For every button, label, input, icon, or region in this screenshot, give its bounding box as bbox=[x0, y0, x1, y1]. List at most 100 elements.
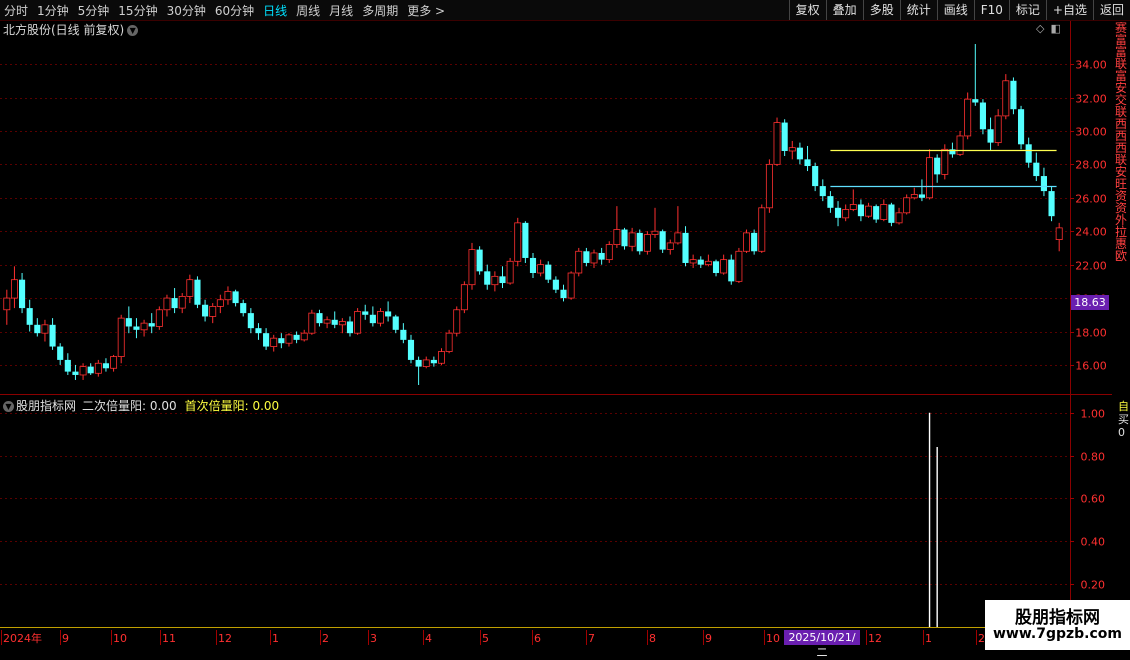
x-axis-label: 12 bbox=[218, 632, 232, 645]
candle-body bbox=[3, 297, 11, 311]
candle-body bbox=[10, 279, 18, 299]
candle-body bbox=[804, 159, 811, 167]
price-tick-label: 34.00 bbox=[1075, 59, 1107, 72]
candle-body bbox=[140, 322, 148, 331]
candle-body bbox=[941, 148, 949, 175]
candle-body bbox=[643, 234, 651, 252]
candle-body bbox=[194, 279, 201, 305]
candle-body bbox=[240, 303, 247, 314]
x-axis-label: 11 bbox=[162, 632, 176, 645]
candle-body bbox=[583, 251, 590, 263]
candle-body bbox=[400, 329, 407, 340]
x-axis-label: 1 bbox=[925, 632, 932, 645]
candle-body bbox=[598, 252, 605, 260]
candle-body bbox=[338, 321, 346, 326]
candle-body bbox=[788, 147, 796, 152]
candle-body bbox=[682, 232, 689, 263]
candle-body bbox=[148, 323, 155, 327]
candle-body bbox=[689, 259, 697, 264]
price-tick-label: 26.00 bbox=[1075, 193, 1107, 206]
candle-body bbox=[300, 332, 308, 341]
candle-body bbox=[377, 311, 384, 324]
candle-body bbox=[819, 186, 826, 197]
candle-body bbox=[514, 222, 522, 262]
candle-body bbox=[392, 316, 399, 330]
candle-body bbox=[918, 194, 925, 198]
right-strip-item[interactable]: 欧 bbox=[1112, 250, 1130, 262]
chevron-down-icon[interactable]: ▼ bbox=[3, 401, 14, 412]
right-side-list: 赛富富联富安交联西西西联安旺资资外拉惠欧 bbox=[1112, 22, 1130, 392]
candle-body bbox=[1048, 191, 1055, 217]
candle-body bbox=[842, 209, 850, 219]
current-price-tag: 18.63 bbox=[1071, 295, 1109, 310]
candle-body bbox=[697, 259, 704, 265]
price-tick-label: 22.00 bbox=[1075, 260, 1107, 273]
candle-body bbox=[438, 351, 445, 364]
candle-body bbox=[903, 197, 911, 214]
indicator-tick-label: 0.20 bbox=[1081, 579, 1106, 592]
candle-body bbox=[445, 332, 453, 352]
candle-body bbox=[964, 98, 972, 137]
candle-body bbox=[87, 366, 94, 374]
watermark-title: 股朋指标网 bbox=[1015, 608, 1100, 628]
indicator-tick-label: 0.40 bbox=[1081, 536, 1106, 549]
candle-body bbox=[117, 317, 125, 357]
candle-body bbox=[651, 230, 659, 235]
candle-body bbox=[1055, 227, 1063, 240]
x-axis-label: 2 bbox=[978, 632, 985, 645]
candle-body bbox=[255, 328, 262, 334]
candle-body bbox=[57, 346, 64, 360]
candle-body bbox=[216, 299, 224, 307]
candle-body bbox=[385, 311, 392, 317]
candle-body bbox=[346, 321, 354, 334]
indicator-title: ▼ 股朋指标网 二次倍量阳: 0.00 首次倍量阳: 0.00 bbox=[3, 398, 279, 414]
candle-body bbox=[102, 363, 110, 369]
candle-body bbox=[926, 157, 934, 199]
candle-body bbox=[422, 359, 430, 367]
candle-body bbox=[674, 232, 682, 244]
x-axis-label: 10 bbox=[113, 632, 127, 645]
candle-body bbox=[537, 264, 545, 274]
candle-body bbox=[613, 229, 621, 245]
right-strip2-item: 自 bbox=[1118, 400, 1129, 413]
price-tick-label: 24.00 bbox=[1075, 226, 1107, 239]
candle-body bbox=[628, 232, 636, 247]
x-axis-label: 1 bbox=[272, 632, 279, 645]
candle-body bbox=[453, 309, 461, 334]
candle-body bbox=[232, 291, 239, 304]
candle-body bbox=[26, 308, 33, 325]
watermark: 股朋指标网 www.7gpzb.com bbox=[985, 600, 1130, 650]
candle-body bbox=[407, 339, 415, 360]
candle-body bbox=[1010, 80, 1017, 110]
candle-body bbox=[79, 366, 87, 376]
candle-body bbox=[270, 337, 278, 347]
candle-body bbox=[19, 279, 26, 309]
candle-body bbox=[567, 272, 575, 299]
candle-body bbox=[751, 232, 758, 252]
kline-chart[interactable]: 16.0018.0020.0022.0024.0026.0028.0030.00… bbox=[0, 0, 1130, 650]
right-side-list-2: 自买0 bbox=[1118, 400, 1130, 439]
x-axis-label: 5 bbox=[482, 632, 489, 645]
indicator-tick-label: 1.00 bbox=[1081, 408, 1106, 421]
candle-body bbox=[743, 232, 750, 252]
candle-body bbox=[285, 334, 293, 344]
right-strip2-item: 买 bbox=[1118, 413, 1129, 426]
candle-body bbox=[155, 309, 163, 327]
candle-body bbox=[704, 260, 712, 266]
candle-body bbox=[460, 284, 468, 311]
candle-body bbox=[994, 115, 1002, 144]
candle-body bbox=[865, 205, 873, 217]
candle-body bbox=[186, 279, 194, 297]
candle-body bbox=[575, 250, 583, 274]
series2-label: 首次倍量阳: 0.00 bbox=[184, 399, 280, 413]
right-strip2-item: 0 bbox=[1118, 426, 1125, 439]
candle-body bbox=[636, 232, 643, 252]
candle-body bbox=[552, 279, 559, 290]
candle-body bbox=[712, 261, 720, 273]
indicator-tick-label: 0.60 bbox=[1081, 493, 1106, 506]
series1-label: 二次倍量阳: 0.00 bbox=[82, 399, 177, 413]
candle-body bbox=[94, 362, 102, 374]
candle-body bbox=[34, 324, 41, 334]
price-tick-label: 28.00 bbox=[1075, 159, 1107, 172]
candle-body bbox=[125, 318, 132, 327]
